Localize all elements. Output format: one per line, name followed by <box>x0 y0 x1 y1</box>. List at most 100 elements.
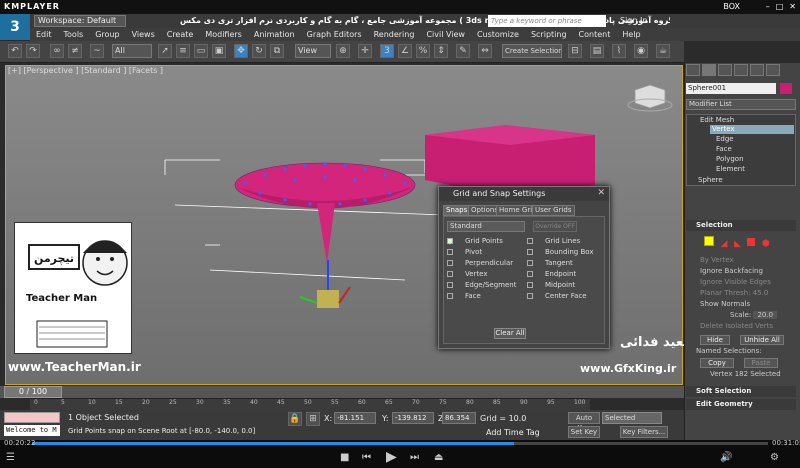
menu-edit[interactable]: Edit <box>30 28 58 41</box>
modifier-list-dropdown[interactable]: Modifier List <box>686 99 796 110</box>
render-icon[interactable]: ☕ <box>656 44 670 58</box>
stack-element[interactable]: Element <box>716 165 745 174</box>
sign-in-link[interactable]: Sign In <box>620 14 647 28</box>
snap-center-face[interactable]: Center Face <box>527 292 587 301</box>
modify-tab-icon[interactable] <box>702 64 716 76</box>
maximize-icon[interactable]: □ <box>776 0 784 14</box>
selection-filter-dropdown[interactable]: All <box>112 44 152 58</box>
select-object-icon[interactable]: ➚ <box>158 44 172 58</box>
snap-vertex[interactable]: Vertex <box>447 270 488 279</box>
maxscript-listener[interactable] <box>4 412 60 423</box>
workspace-dropdown[interactable]: Workspace: Default <box>34 15 126 27</box>
edge-mode-icon[interactable]: ◢ <box>721 239 728 249</box>
auto-key-button[interactable]: Auto Key <box>568 412 600 432</box>
snap-tangent[interactable]: Tangent <box>527 259 573 268</box>
menu-scripting[interactable]: Scripting <box>525 28 573 41</box>
element-mode-icon[interactable]: ⬢ <box>762 239 770 249</box>
y-coordinate-field[interactable]: -139.812 <box>392 412 434 424</box>
material-editor-icon[interactable]: ◉ <box>634 44 648 58</box>
layer-explorer-icon[interactable]: ▤ <box>590 44 604 58</box>
select-manipulate-icon[interactable]: ✛ <box>358 44 372 58</box>
undo-icon[interactable]: ↶ <box>8 44 22 58</box>
snap-midpoint[interactable]: Midpoint <box>527 281 575 290</box>
bind-space-warp-icon[interactable]: ~ <box>90 44 104 58</box>
menu-create[interactable]: Create <box>161 28 200 41</box>
absolute-mode-icon[interactable]: ⊞ <box>306 412 320 426</box>
redo-icon[interactable]: ↷ <box>26 44 40 58</box>
stack-vertex[interactable]: Vertex <box>710 125 794 134</box>
snap-toggle-icon[interactable]: 3 <box>380 44 394 58</box>
key-set-dropdown[interactable]: Selected <box>602 412 662 424</box>
snap-perpendicular[interactable]: Perpendicular <box>447 259 513 268</box>
edit-geometry-rollout[interactable]: Edit Geometry <box>686 399 796 410</box>
snap-grid-lines[interactable]: Grid Lines <box>527 237 580 246</box>
copy-button[interactable]: Copy <box>700 358 734 368</box>
selection-rollout[interactable]: Selection <box>686 220 796 231</box>
menu-customize[interactable]: Customize <box>471 28 525 41</box>
face-mode-icon[interactable]: ◣ <box>734 239 741 249</box>
show-normals-checkbox[interactable]: Show Normals <box>700 300 750 309</box>
menu-tools[interactable]: Tools <box>58 28 90 41</box>
reference-coordinate-dropdown[interactable]: View <box>295 44 331 58</box>
x-coordinate-field[interactable]: -81.151 <box>334 412 376 424</box>
application-menu-button[interactable]: 3 <box>0 14 30 40</box>
unhide-all-button[interactable]: Unhide All <box>740 335 784 345</box>
stop-icon[interactable]: ■ <box>340 452 349 463</box>
volume-icon[interactable]: 🔊 <box>720 452 732 463</box>
snap-edge-segment[interactable]: Edge/Segment <box>447 281 516 290</box>
hide-button[interactable]: Hide <box>700 335 730 345</box>
create-selection-set-dropdown[interactable]: Create Selection Se <box>502 44 562 58</box>
time-slider[interactable] <box>0 386 684 398</box>
stack-edge[interactable]: Edge <box>716 135 734 144</box>
utilities-tab-icon[interactable] <box>766 64 780 76</box>
menu-content[interactable]: Content <box>573 28 617 41</box>
vertex-mode-icon[interactable] <box>704 236 714 246</box>
soft-selection-rollout[interactable]: Soft Selection <box>686 386 796 397</box>
mirror-icon[interactable]: ⇔ <box>478 44 492 58</box>
close-icon[interactable]: ✕ <box>597 188 605 198</box>
snap-pivot[interactable]: Pivot <box>447 248 482 257</box>
motion-tab-icon[interactable] <box>734 64 748 76</box>
tab-snaps[interactable]: Snaps <box>443 205 471 216</box>
close-icon[interactable]: ✕ <box>789 0 796 14</box>
scale-field[interactable]: Scale: 20.0 <box>730 311 778 320</box>
search-input[interactable]: Type a keyword or phrase <box>488 15 606 27</box>
minimize-icon[interactable]: – <box>766 0 770 14</box>
align-icon[interactable]: ⊟ <box>568 44 582 58</box>
hierarchy-tab-icon[interactable] <box>718 64 732 76</box>
add-time-tag-button[interactable]: Add Time Tag <box>486 428 540 437</box>
next-icon[interactable]: ⏭ <box>410 452 419 463</box>
display-tab-icon[interactable] <box>750 64 764 76</box>
z-coordinate-field[interactable]: 86.354 <box>442 412 476 424</box>
by-vertex-checkbox[interactable]: By Vertex <box>700 256 734 265</box>
move-icon[interactable]: ✥ <box>234 44 248 58</box>
snap-face[interactable]: Face <box>447 292 481 301</box>
snap-preset-dropdown[interactable]: Standard <box>447 221 525 232</box>
menu-animation[interactable]: Animation <box>248 28 301 41</box>
stack-sphere[interactable]: Sphere <box>686 176 796 186</box>
snap-bounding-box[interactable]: Bounding Box <box>527 248 593 257</box>
menu-modifiers[interactable]: Modifiers <box>199 28 248 41</box>
object-color-swatch[interactable] <box>780 83 792 94</box>
override-button[interactable]: Override OFF <box>533 221 577 232</box>
ignore-backfacing-checkbox[interactable]: Ignore Backfacing <box>700 267 763 276</box>
lock-selection-icon[interactable]: 🔒 <box>288 412 302 426</box>
pivot-center-icon[interactable]: ⊕ <box>336 44 350 58</box>
maxscript-mini-listener[interactable]: Welcome to M <box>4 425 60 436</box>
unlink-icon[interactable]: ≠ <box>68 44 82 58</box>
scale-icon[interactable]: ⧉ <box>270 44 284 58</box>
tab-user-grids[interactable]: User Grids <box>532 205 575 216</box>
menu-graph-editors[interactable]: Graph Editors <box>301 28 368 41</box>
play-icon[interactable]: ▶ <box>386 449 397 465</box>
menu-views[interactable]: Views <box>126 28 161 41</box>
time-slider-handle[interactable]: 0 / 100 <box>4 386 62 398</box>
delete-isolated-verts-checkbox[interactable]: Delete Isolated Verts <box>700 322 773 331</box>
settings-gear-icon[interactable]: ⚙ <box>770 452 779 463</box>
snap-grid-points[interactable]: ✓ Grid Points <box>447 237 503 247</box>
curve-editor-icon[interactable]: ⌇ <box>612 44 626 58</box>
playlist-icon[interactable]: ☰ <box>6 452 15 463</box>
stack-edit-mesh[interactable]: Edit Mesh <box>700 116 734 125</box>
object-name-field[interactable]: Sphere001 <box>686 83 776 94</box>
ignore-visible-edges-checkbox[interactable]: Ignore Visible Edges <box>700 278 771 287</box>
link-icon[interactable]: ∞ <box>50 44 64 58</box>
